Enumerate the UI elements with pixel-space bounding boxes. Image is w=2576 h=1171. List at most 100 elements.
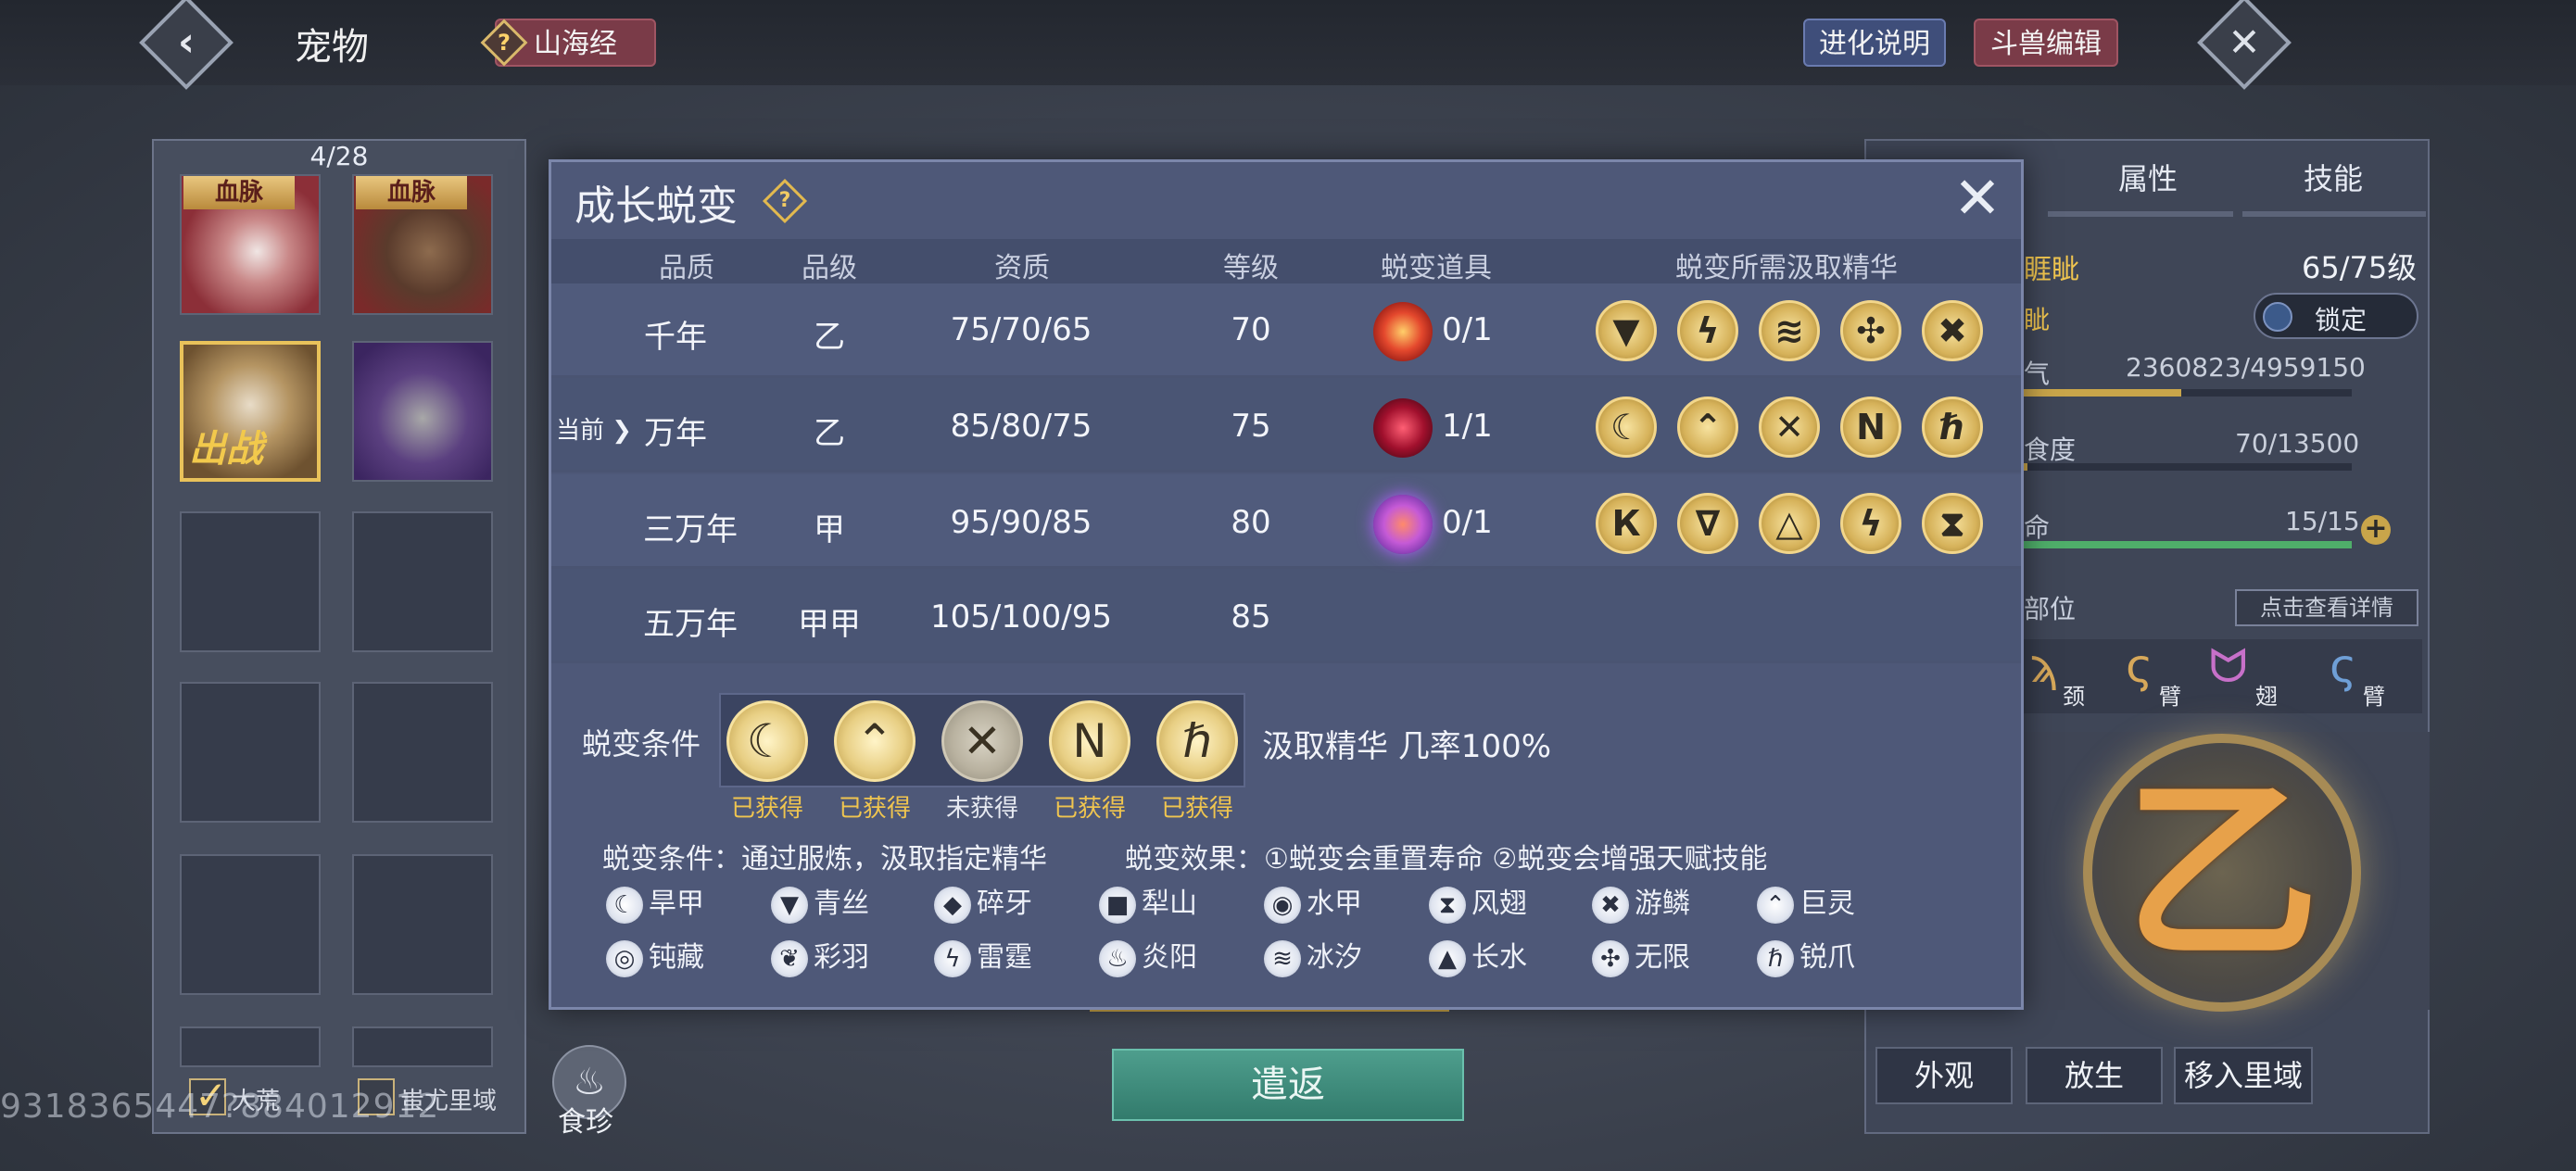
empty-slot[interactable] — [352, 854, 493, 995]
pet-subtitle: 眦 — [2024, 305, 2051, 335]
essence-icon[interactable]: △ — [1759, 493, 1820, 554]
modal-close-button[interactable]: ✕ — [1951, 170, 2003, 227]
legend-item: ⌃ 巨灵 — [1757, 880, 1855, 924]
empty-slot[interactable] — [180, 854, 321, 995]
empty-slot[interactable] — [180, 511, 321, 652]
pet-slot-4[interactable] — [352, 341, 493, 482]
essence-legend-icon: ☾ — [606, 886, 643, 924]
chevron-left-icon: ‹ — [177, 19, 196, 66]
arm-part-icon[interactable]: ς — [2330, 639, 2356, 693]
condition-essence-icon[interactable]: N — [1049, 700, 1130, 782]
tab-attributes[interactable]: 属性 — [2118, 156, 2178, 198]
header-required-essence: 蜕变所需汲取精华 — [1675, 252, 1898, 284]
life-value: 15/15 — [2285, 506, 2360, 536]
condition-essence-icon[interactable]: ℏ — [1156, 700, 1238, 782]
evolution-help-button[interactable]: 进化说明 — [1803, 19, 1946, 67]
condition-status: 已获得 — [1053, 795, 1126, 823]
food-label: 食度 — [2024, 434, 2077, 465]
food-bar-fill — [2024, 463, 2027, 471]
essence-icon[interactable]: ϟ — [1677, 300, 1738, 361]
essence-legend-icon: ▲ — [1429, 939, 1466, 977]
essence-icon[interactable]: ✣ — [1840, 300, 1901, 361]
qi-bar — [2024, 389, 2352, 397]
evolution-item-icon[interactable] — [1373, 398, 1433, 458]
essence-icon[interactable]: ▼ — [1596, 300, 1657, 361]
pet-name: 睚眦 — [2024, 254, 2079, 286]
move-to-inner-domain-button[interactable]: 移入里域 — [2174, 1047, 2313, 1104]
essence-legend-icon: ✖ — [1592, 886, 1629, 924]
row-aptitude: 105/100/95 — [930, 598, 1112, 636]
row-quality: 万年 — [644, 415, 707, 452]
appearance-button[interactable]: 外观 — [1875, 1047, 2013, 1104]
essence-icon[interactable]: ℏ — [1922, 397, 1983, 458]
condition-essence-icon[interactable]: ⌃ — [834, 700, 915, 782]
legend-item: ✣ 无限 — [1592, 934, 1690, 977]
empty-slot[interactable] — [180, 682, 321, 823]
row-grade: 甲 — [814, 511, 845, 548]
bloodline-badge: 血脉 — [356, 176, 467, 209]
essence-icon[interactable]: ⌃ — [1677, 397, 1738, 458]
row-level: 75 — [1231, 408, 1271, 445]
legend-item: ▼ 青丝 — [771, 880, 869, 924]
legend-item: ℏ 锐爪 — [1757, 934, 1855, 977]
row-quality: 五万年 — [643, 606, 738, 643]
legend-item: ♨ 炎阳 — [1099, 934, 1197, 977]
pet-slot-2[interactable]: 血脉 — [352, 174, 493, 315]
pet-slot-3-selected[interactable]: 出战 — [180, 341, 321, 482]
condition-status: 已获得 — [838, 795, 911, 823]
pet-level: 65/75级 — [2302, 250, 2418, 285]
legend-name: 锐爪 — [1799, 941, 1855, 974]
food-value: 70/13500 — [2235, 428, 2360, 459]
essence-icon[interactable]: ϟ — [1840, 493, 1901, 554]
essence-icon[interactable]: ☾ — [1596, 397, 1657, 458]
neck-part-icon[interactable]: ϡ — [2029, 639, 2058, 693]
condition-status: 未获得 — [945, 795, 1018, 823]
essence-icon[interactable]: ✕ — [1759, 397, 1820, 458]
essence-icon[interactable]: N — [1840, 397, 1901, 458]
battle-stamp: 出战 — [189, 428, 263, 471]
release-button[interactable]: 放生 — [2026, 1047, 2163, 1104]
essence-legend-icon: ⧗ — [1429, 886, 1466, 924]
qi-value: 2360823/4959150 — [2126, 352, 2366, 383]
essence-icon[interactable]: ⧗ — [1922, 493, 1983, 554]
evolution-item-icon[interactable] — [1373, 495, 1433, 554]
life-bar-fill — [2024, 541, 2352, 548]
legend-item: ◆ 碎牙 — [934, 880, 1032, 924]
shanhaijing-button[interactable]: ? 山海经 — [480, 19, 656, 67]
top-bar — [0, 0, 2576, 85]
legend-name: 水甲 — [1307, 888, 1362, 920]
empty-slot[interactable] — [352, 511, 493, 652]
arm-part-icon[interactable]: ς — [2126, 639, 2153, 693]
row-level: 80 — [1231, 504, 1271, 541]
effect-description: 蜕变效果：①蜕变会重置寿命 ②蜕变会增强天赋技能 — [1125, 843, 1768, 875]
lock-toggle[interactable]: 锁定 — [2254, 293, 2418, 339]
legend-name: 雷霆 — [977, 941, 1032, 974]
essence-icon[interactable]: ≋ — [1759, 300, 1820, 361]
essence-legend-icon: ⌃ — [1757, 886, 1794, 924]
empty-slot[interactable] — [352, 1026, 493, 1067]
tab-skills[interactable]: 技能 — [2304, 156, 2363, 198]
empty-slot[interactable] — [352, 682, 493, 823]
essence-icon[interactable]: ✖ — [1922, 300, 1983, 361]
wing-part-icon[interactable]: ᗢ — [2209, 639, 2248, 694]
page-title: 宠物 — [295, 26, 369, 69]
condition-essence-icon[interactable]: ☾ — [726, 700, 808, 782]
essence-legend-icon: ≋ — [1264, 939, 1301, 977]
essence-icon[interactable]: ∇ — [1677, 493, 1738, 554]
beast-edit-button[interactable]: 斗兽编辑 — [1974, 19, 2118, 67]
pet-slot-1[interactable]: 血脉 — [180, 174, 321, 315]
empty-slot[interactable] — [180, 1026, 321, 1067]
life-bar — [2024, 541, 2352, 548]
legend-item: ◉ 水甲 — [1264, 880, 1362, 924]
legend-name: 冰汐 — [1307, 941, 1362, 974]
essence-icon[interactable]: К — [1596, 493, 1657, 554]
add-life-icon[interactable]: + — [2361, 515, 2391, 545]
tab-underline — [2242, 211, 2426, 217]
legend-name: 炎阳 — [1142, 941, 1197, 974]
return-button[interactable]: 遣返 — [1112, 1049, 1464, 1121]
view-details-button[interactable]: 点击查看详情 — [2235, 589, 2418, 626]
legend-item: ⧗ 风翅 — [1429, 880, 1527, 924]
row-item-count: 1/1 — [1442, 408, 1493, 445]
condition-essence-icon[interactable]: ✕ — [941, 700, 1023, 782]
evolution-item-icon[interactable] — [1373, 302, 1433, 361]
